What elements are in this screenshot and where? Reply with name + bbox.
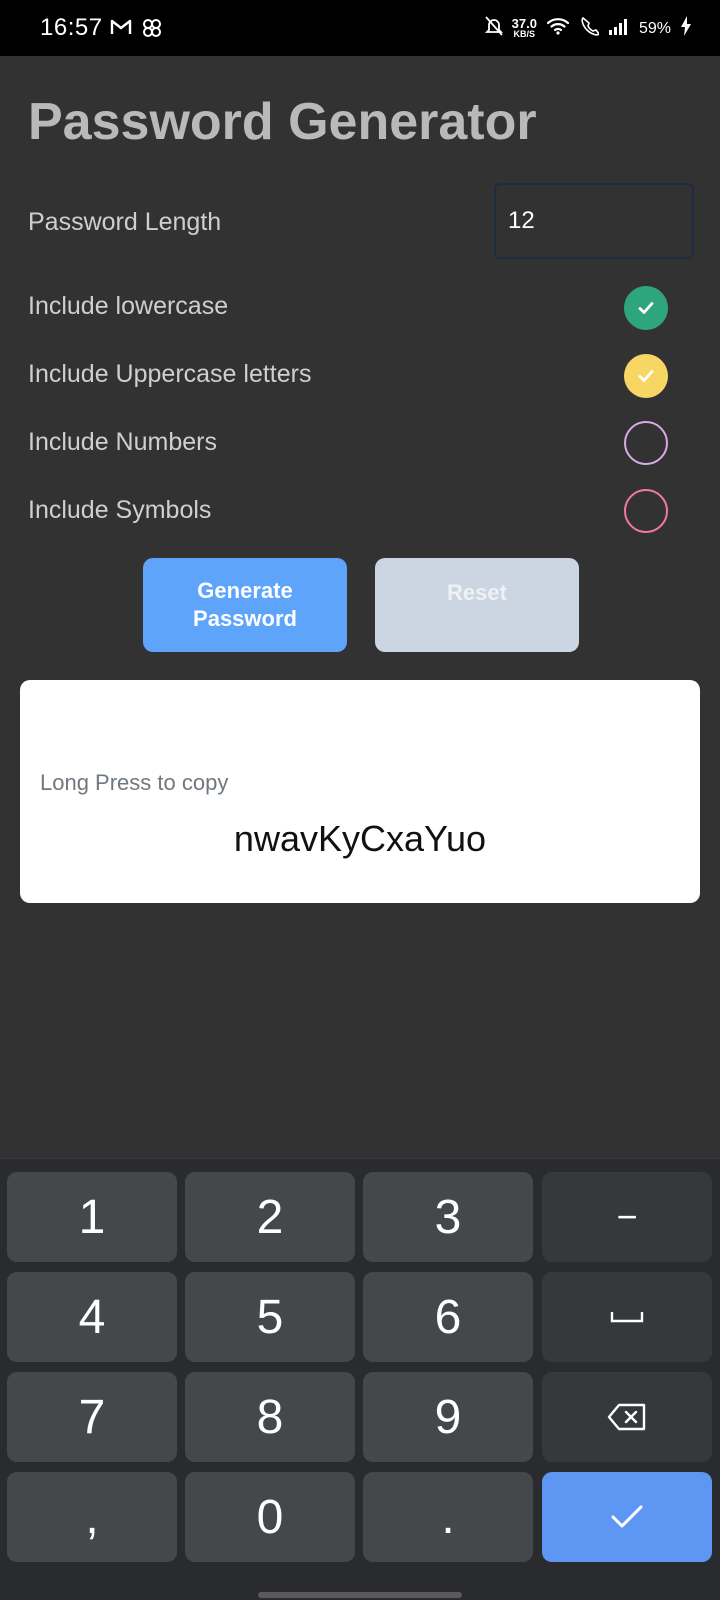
check-icon [638, 370, 654, 382]
key-4[interactable]: 4 [7, 1272, 177, 1362]
key-3[interactable]: 3 [363, 1172, 533, 1262]
charging-icon [680, 16, 692, 41]
option-label-symbols: Include Symbols [28, 496, 212, 524]
key-5[interactable]: 5 [185, 1272, 355, 1362]
reset-button[interactable]: Reset [375, 558, 579, 652]
gmail-icon [110, 18, 132, 43]
wifi-icon [546, 17, 570, 40]
mute-bell-icon [484, 16, 503, 41]
password-length-input[interactable] [494, 183, 694, 259]
key-1[interactable]: 1 [7, 1172, 177, 1262]
option-label-lowercase: Include lowercase [28, 292, 229, 320]
result-card[interactable]: Long Press to copy nwavKyCxaYuo [20, 680, 700, 903]
symbols-checkbox[interactable] [624, 489, 668, 533]
copy-hint: Long Press to copy [40, 770, 229, 795]
key-2[interactable]: 2 [185, 1172, 355, 1262]
status-right: 37.0 KB/S 59% [484, 15, 692, 41]
option-label-numbers: Include Numbers [28, 428, 217, 456]
key-7[interactable]: 7 [7, 1372, 177, 1462]
key-0[interactable]: 0 [185, 1472, 355, 1562]
backspace-icon [607, 1403, 646, 1431]
enter-check-icon [611, 1505, 643, 1528]
status-left-icons [110, 18, 162, 43]
key-minus[interactable]: − [542, 1172, 712, 1262]
network-speed: 37.0 KB/S [511, 15, 537, 39]
generate-password-button[interactable]: Generate Password [143, 558, 347, 652]
space-icon [610, 1312, 644, 1323]
key-enter[interactable] [542, 1472, 712, 1562]
key-9[interactable]: 9 [363, 1372, 533, 1462]
battery-level: 59% [638, 19, 671, 37]
option-label-uppercase: Include Uppercase letters [28, 360, 312, 388]
signal-icon [608, 17, 630, 40]
key-space[interactable] [542, 1272, 712, 1362]
pinwheel-icon [142, 18, 162, 43]
key-comma[interactable]: , [7, 1472, 177, 1562]
generated-password[interactable]: nwavKyCxaYuo [20, 818, 700, 860]
check-icon [638, 302, 654, 314]
key-6[interactable]: 6 [363, 1272, 533, 1362]
speed-value: 37.0 [511, 15, 537, 31]
key-backspace[interactable] [542, 1372, 712, 1462]
key-period[interactable]: . [363, 1472, 533, 1562]
lowercase-checkbox[interactable] [624, 286, 668, 330]
home-indicator[interactable] [258, 1592, 462, 1598]
wifi-call-icon [579, 16, 601, 41]
numbers-checkbox[interactable] [624, 421, 668, 465]
page-title: Password Generator [28, 93, 537, 151]
speed-unit: KB/S [513, 28, 536, 39]
status-time: 16:57 [40, 14, 103, 41]
uppercase-checkbox[interactable] [624, 354, 668, 398]
password-length-label: Password Length [28, 208, 222, 236]
status-bar: 16:57 37.0 KB/S 59% [0, 0, 720, 56]
key-8[interactable]: 8 [185, 1372, 355, 1462]
